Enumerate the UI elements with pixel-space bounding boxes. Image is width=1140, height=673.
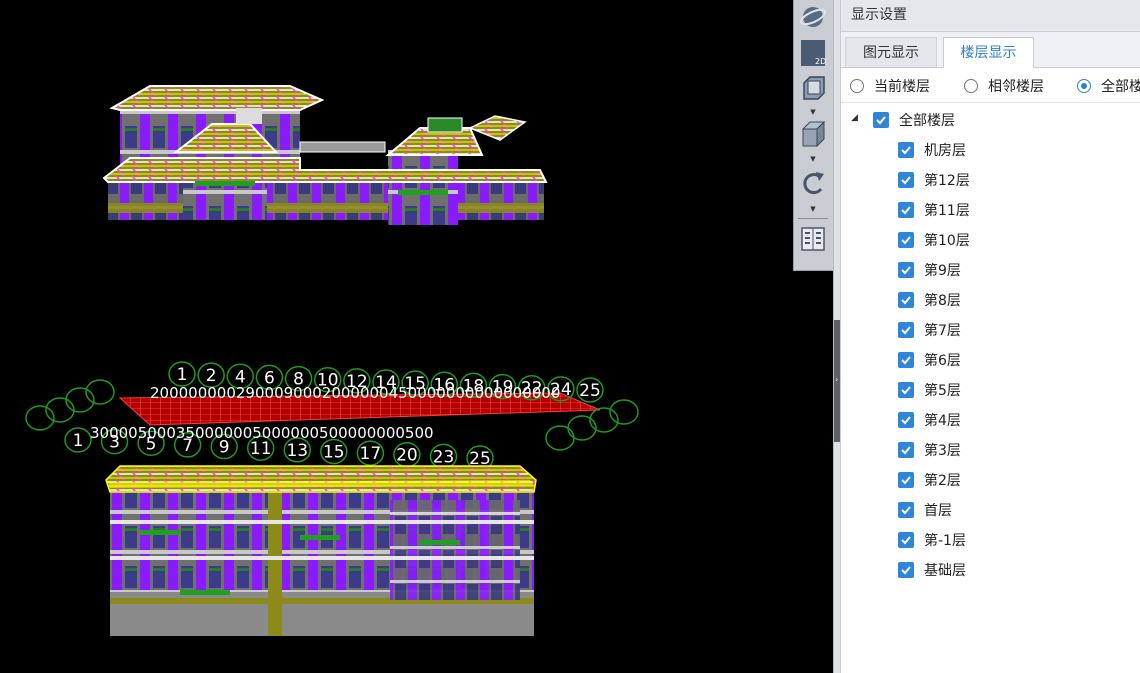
tree-item-label: 第5层 <box>924 383 961 399</box>
axis-label: 17 <box>360 444 382 464</box>
chevron-down-icon[interactable]: ▼ <box>808 205 818 213</box>
checkbox-checked[interactable] <box>898 382 914 398</box>
tree-item-floor[interactable]: 基础层 <box>898 560 966 580</box>
tree-expand-icon[interactable]: ◢ <box>851 113 858 123</box>
cube-solid-icon[interactable] <box>797 118 829 150</box>
checkbox-checked[interactable] <box>898 352 914 368</box>
tree-item-floor[interactable]: 第5层 <box>898 380 961 400</box>
tree-item-floor[interactable]: 第6层 <box>898 350 961 370</box>
tree-item-floor[interactable]: 第2层 <box>898 470 961 490</box>
tree-item-label: 基础层 <box>924 563 966 579</box>
checkbox-checked[interactable] <box>898 502 914 518</box>
cube-wireframe-icon[interactable] <box>797 72 829 104</box>
axis-bubbles-left <box>25 379 115 431</box>
tree-item-floor[interactable]: 第-1层 <box>898 530 966 550</box>
view-2d-label: 2D <box>815 57 826 66</box>
axis-label: 13 <box>286 441 308 461</box>
tree-item-floor[interactable]: 第9层 <box>898 260 961 280</box>
checkbox-checked[interactable] <box>898 142 914 158</box>
axis-label: 20 <box>396 446 418 466</box>
axis-label: 1 <box>73 431 84 451</box>
collapse-arrow-icon: › <box>835 375 839 384</box>
tree-item-label: 全部楼层 <box>899 113 955 129</box>
tree-item-floor[interactable]: 第11层 <box>898 200 970 220</box>
checkbox-checked[interactable] <box>898 562 914 578</box>
axis-label: 23 <box>433 447 455 467</box>
checkbox-checked[interactable] <box>898 262 914 278</box>
tree-item-floor[interactable]: 第3层 <box>898 440 961 460</box>
globe-orbit-icon[interactable] <box>797 1 829 33</box>
tree-item-label: 第12层 <box>924 173 970 189</box>
tree-item-label: 第7层 <box>924 323 961 339</box>
checkbox-checked[interactable] <box>898 532 914 548</box>
tree-item-floor[interactable]: 首层 <box>898 500 952 520</box>
floor-settings-icon[interactable] <box>797 223 829 255</box>
model-canvas[interactable]: 1 2 4 6 8 10 12 14 15 16 18 19 22 24 25 1 3 5 7 9 11 13 15 17 2… <box>0 0 833 673</box>
tree-item-floor[interactable]: 第8层 <box>898 290 961 310</box>
tree-item-label: 第6层 <box>924 353 961 369</box>
upper-building-model <box>102 85 548 225</box>
tree-item-floor[interactable]: 第12层 <box>898 170 970 190</box>
tree-item-floor[interactable]: 第7层 <box>898 320 961 340</box>
checkbox-checked[interactable] <box>898 172 914 188</box>
display-settings-panel: 显示设置 图元显示 楼层显示 当前楼层 相邻楼层 全部楼 ◢ 全部楼层 机房层 第1… <box>840 0 1140 673</box>
checkbox-checked[interactable] <box>898 292 914 308</box>
tree-item-floor[interactable]: 第4层 <box>898 410 961 430</box>
axis-label: 25 <box>579 381 601 401</box>
tree-item-label: 第-1层 <box>924 533 966 549</box>
tree-item-label: 第2层 <box>924 473 961 489</box>
checkbox-checked[interactable] <box>898 472 914 488</box>
checkbox-checked[interactable] <box>898 232 914 248</box>
tree-item-floor[interactable]: 第10层 <box>898 230 970 250</box>
axis-label: 11 <box>250 439 272 459</box>
dimension-text-bottom: 300005000350000005000000500000000500 <box>90 424 434 442</box>
axis-label: 1 <box>177 365 188 385</box>
3d-viewport[interactable]: 1 2 4 6 8 10 12 14 15 16 18 19 22 24 25 1 3 5 7 9 11 13 15 17 2… <box>0 0 833 673</box>
checkbox-checked[interactable] <box>898 412 914 428</box>
chevron-down-icon[interactable]: ▼ <box>808 108 818 116</box>
rotate-icon[interactable] <box>797 167 829 199</box>
checkbox-checked[interactable] <box>898 202 914 218</box>
checkbox-checked[interactable] <box>873 112 889 128</box>
tree-item-label: 第9层 <box>924 263 961 279</box>
tree-item-all-floors[interactable]: 全部楼层 <box>873 110 955 130</box>
axis-label: 15 <box>323 442 345 462</box>
lower-building-model <box>105 465 537 636</box>
toolbar-divider <box>798 218 828 219</box>
tree-item-label: 首层 <box>924 503 952 519</box>
tree-item-label: 第11层 <box>924 203 970 219</box>
checkbox-checked[interactable] <box>898 442 914 458</box>
tree-item-label: 第4层 <box>924 413 961 429</box>
tree-item-floor[interactable]: 机房层 <box>898 140 966 160</box>
dimension-text-top: 2000000002900090002000000450000000000000… <box>150 384 560 402</box>
floor-tree: ◢ 全部楼层机房层第12层第11层第10层第9层第8层第7层第6层第5层第4层第… <box>841 0 1140 673</box>
checkbox-checked[interactable] <box>898 322 914 338</box>
tree-item-label: 第8层 <box>924 293 961 309</box>
chevron-down-icon[interactable]: ▼ <box>808 155 818 163</box>
tree-item-label: 第10层 <box>924 233 970 249</box>
tree-item-label: 机房层 <box>924 143 966 159</box>
tree-item-label: 第3层 <box>924 443 961 459</box>
view-2d-icon[interactable]: 2D <box>797 37 829 69</box>
view-toolbar: 2D ▼ ▼ ▼ <box>793 0 834 271</box>
